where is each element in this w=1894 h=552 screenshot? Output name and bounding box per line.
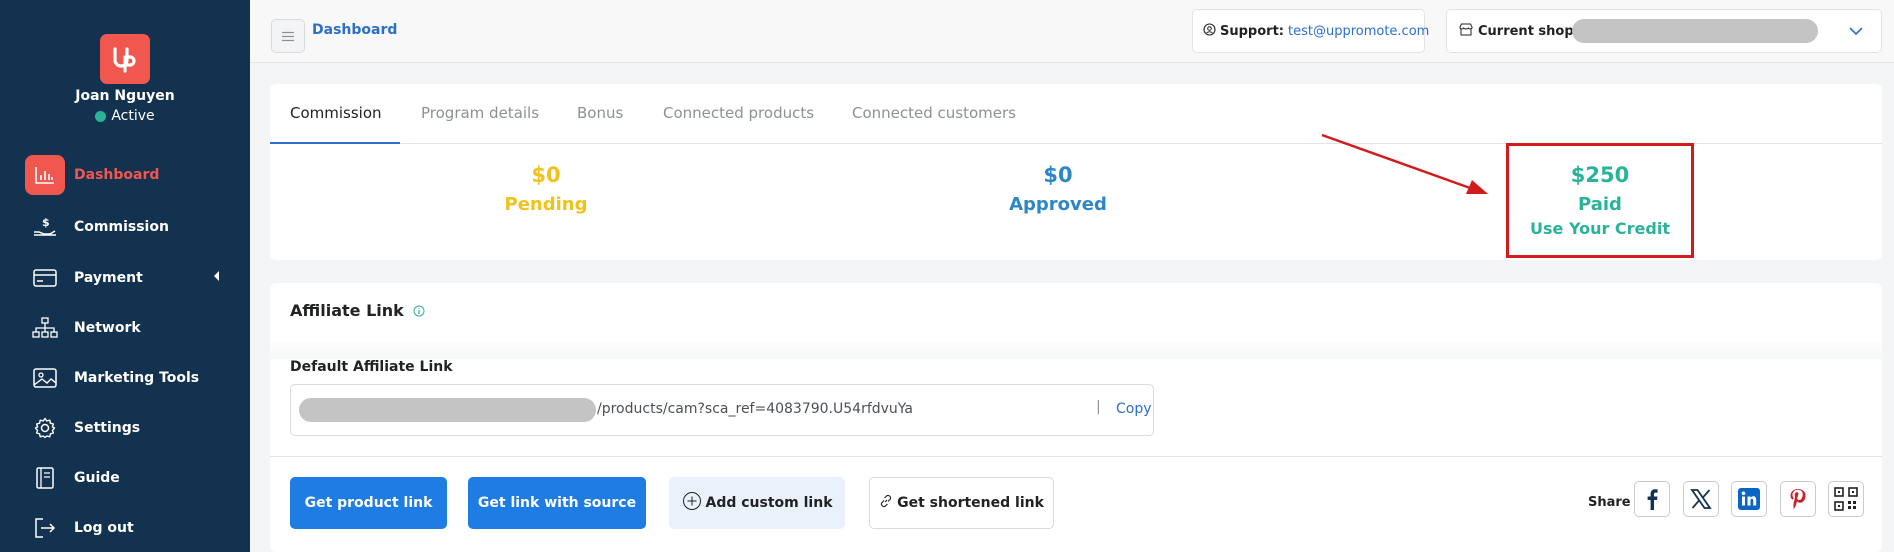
tab-bonus[interactable]: Bonus [577, 104, 623, 122]
sidebar: Joan Nguyen Active Dashboard $ Commissio… [0, 0, 250, 552]
approved-stat: $0 Approved [970, 163, 1146, 215]
share-pinterest-button[interactable] [1780, 481, 1816, 517]
support-box[interactable]: Support: test@uppromote.com [1192, 9, 1429, 53]
add-custom-link-button[interactable]: Add custom link [669, 477, 845, 529]
user-name: Joan Nguyen [75, 88, 175, 104]
tab-connected-customers[interactable]: Connected customers [852, 104, 1016, 122]
copy-button[interactable]: Copy [1116, 401, 1152, 417]
user-status: Active [0, 108, 250, 124]
sidebar-item-label: Log out [74, 520, 134, 536]
share-facebook-button[interactable] [1634, 481, 1670, 517]
card-icon [25, 258, 65, 298]
divider [270, 456, 1882, 457]
sidebar-item-label: Dashboard [74, 167, 160, 183]
get-shortened-link-button[interactable]: Get shortened link [869, 477, 1054, 529]
get-shortened-link-label: Get shortened link [897, 495, 1044, 511]
affiliate-link-text: /products/cam?sca_ref=4083790.U54rfdvuYa [597, 401, 914, 417]
commission-tabs: Commission Program details Bonus Connect… [270, 84, 1882, 144]
gear-icon [25, 408, 65, 448]
affiliate-link-field[interactable]: /products/cam?sca_ref=4083790.U54rfdvuYa… [290, 384, 1154, 436]
affiliate-link-heading: Affiliate Link [290, 301, 404, 320]
sidebar-item-label: Settings [74, 420, 141, 436]
plus-circle-icon [682, 491, 702, 515]
breadcrumb[interactable]: Dashboard [312, 22, 397, 38]
copy-separator: | [1096, 399, 1101, 415]
sidebar-item-marketing-tools[interactable]: Marketing Tools [25, 358, 235, 398]
add-custom-link-label: Add custom link [705, 495, 833, 511]
sidebar-item-logout[interactable]: Log out [25, 508, 235, 548]
x-twitter-icon [1690, 489, 1712, 509]
share-x-button[interactable] [1683, 481, 1719, 517]
affiliate-link-title: Affiliate Link [290, 301, 425, 321]
sidebar-item-dashboard[interactable]: Dashboard [25, 155, 235, 195]
sidebar-item-settings[interactable]: Settings [25, 408, 235, 448]
network-icon [25, 308, 65, 348]
get-link-with-source-button[interactable]: Get link with source [468, 477, 646, 529]
sidebar-item-label: Marketing Tools [74, 370, 200, 386]
pending-label: Pending [504, 194, 588, 215]
hamburger-icon [282, 31, 294, 41]
share-linkedin-button[interactable] [1731, 481, 1767, 517]
link-domain-redacted [299, 398, 596, 422]
pending-stat: $0 Pending [470, 163, 622, 215]
svg-text:$: $ [42, 216, 50, 229]
annotation-highlight-box [1506, 143, 1694, 258]
image-icon [25, 358, 65, 398]
tab-commission[interactable]: Commission [290, 104, 382, 122]
pinterest-icon [1790, 489, 1806, 509]
linkedin-icon [1738, 488, 1760, 510]
approved-label: Approved [1009, 194, 1107, 215]
chevron-down-icon[interactable] [1849, 25, 1863, 40]
sidebar-item-label: Network [74, 320, 141, 336]
share-qr-code-button[interactable] [1828, 481, 1864, 517]
sidebar-item-label: Commission [74, 219, 169, 235]
support-email-link[interactable]: test@uppromote.com [1288, 24, 1429, 39]
sidebar-item-commission[interactable]: $ Commission [25, 207, 235, 247]
sidebar-item-label: Payment [74, 270, 143, 286]
support-agent-icon [1203, 22, 1216, 40]
pending-value: $0 [531, 163, 561, 187]
current-shop-label: Current shop: [1478, 23, 1579, 39]
hand-coin-icon: $ [25, 207, 65, 247]
qr-code-icon [1834, 487, 1858, 511]
logout-icon [25, 508, 65, 548]
status-dot-icon [95, 110, 107, 122]
chevron-left-icon [212, 270, 220, 286]
menu-toggle-button[interactable] [271, 19, 305, 53]
store-icon [1459, 23, 1473, 40]
link-icon [879, 494, 893, 512]
active-tab-indicator [270, 142, 400, 144]
tab-connected-products[interactable]: Connected products [663, 104, 814, 122]
get-product-link-button[interactable]: Get product link [290, 477, 447, 529]
book-icon [25, 458, 65, 498]
share-label: Share [1588, 495, 1631, 510]
default-affiliate-link-label: Default Affiliate Link [290, 359, 453, 375]
affiliate-link-card: Affiliate Link Default Affiliate Link /p… [270, 283, 1882, 552]
shop-name-redacted [1572, 19, 1818, 43]
sidebar-item-guide[interactable]: Guide [25, 458, 235, 498]
support-label: Support: [1220, 23, 1284, 39]
tab-program-details[interactable]: Program details [421, 104, 539, 122]
info-icon[interactable] [413, 302, 425, 321]
approved-value: $0 [1043, 163, 1073, 187]
section-shade [270, 341, 1882, 359]
sidebar-item-network[interactable]: Network [25, 308, 235, 348]
chart-icon [25, 155, 65, 195]
sidebar-item-label: Guide [74, 470, 120, 486]
uppromote-logo [100, 34, 150, 84]
sidebar-item-payment[interactable]: Payment [25, 258, 235, 298]
facebook-icon [1647, 489, 1658, 510]
status-text: Active [111, 108, 155, 124]
current-shop-selector[interactable]: Current shop: [1446, 9, 1882, 53]
